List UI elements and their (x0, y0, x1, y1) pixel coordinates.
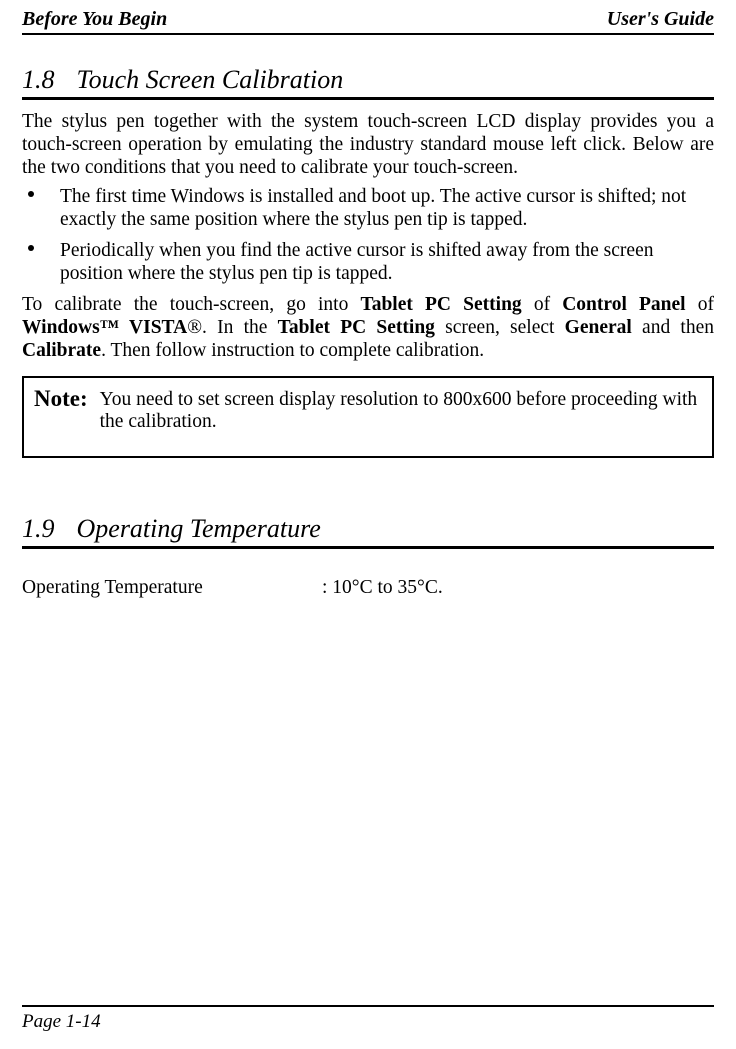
text: and then (632, 317, 719, 338)
bold-text: Calibrate (22, 340, 101, 361)
section-title: Operating Temperature (77, 514, 321, 544)
page-header: Before You Begin User's Guide (22, 0, 714, 35)
text: ®. In the (187, 317, 277, 338)
text: . Then follow instruction to complete ca… (101, 340, 484, 361)
page-footer: Page 1-14 (22, 1005, 714, 1033)
header-right: User's Guide (607, 8, 714, 31)
section-heading-1-8: 1.8 Touch Screen Calibration (22, 65, 714, 95)
spec-label: Operating Temperature (22, 577, 322, 599)
bold-text: General (565, 317, 632, 338)
text: screen, select (435, 317, 565, 338)
spec-row: Operating Temperature : 10°C to 35°C. (22, 577, 714, 599)
intro-paragraph: The stylus pen together with the system … (22, 110, 714, 179)
header-left: Before You Begin (22, 8, 167, 31)
section-rule (22, 546, 714, 549)
section-number: 1.8 (22, 65, 55, 95)
section-rule (22, 97, 714, 100)
page-number: Page 1-14 (22, 1011, 714, 1033)
note-box: Note: You need to set screen display res… (22, 376, 714, 458)
conditions-list: The first time Windows is installed and … (22, 185, 714, 285)
note-label: Note: (34, 386, 88, 412)
bold-text: Windows™ VISTA (22, 317, 187, 338)
text: To calibrate the touch-screen, go into (22, 294, 360, 315)
text: of (522, 294, 563, 315)
bold-text: Tablet PC Setting (278, 317, 435, 338)
bullet-icon (28, 191, 34, 197)
list-item: The first time Windows is installed and … (22, 185, 714, 231)
bold-text: Tablet PC Setting (360, 294, 521, 315)
note-text: You need to set screen display resolutio… (100, 386, 702, 434)
spec-value: : 10°C to 35°C. (322, 577, 443, 599)
section-number: 1.9 (22, 514, 55, 544)
text: of (686, 294, 719, 315)
footer-rule (22, 1005, 714, 1007)
list-item-text: Periodically when you find the active cu… (60, 240, 653, 284)
section-title: Touch Screen Calibration (77, 65, 344, 95)
bold-text: Control Panel (562, 294, 685, 315)
calibration-paragraph: To calibrate the touch-screen, go into T… (22, 293, 714, 362)
list-item-text: The first time Windows is installed and … (60, 186, 686, 230)
bullet-icon (28, 245, 34, 251)
list-item: Periodically when you find the active cu… (22, 239, 714, 285)
section-heading-1-9: 1.9 Operating Temperature (22, 514, 714, 544)
